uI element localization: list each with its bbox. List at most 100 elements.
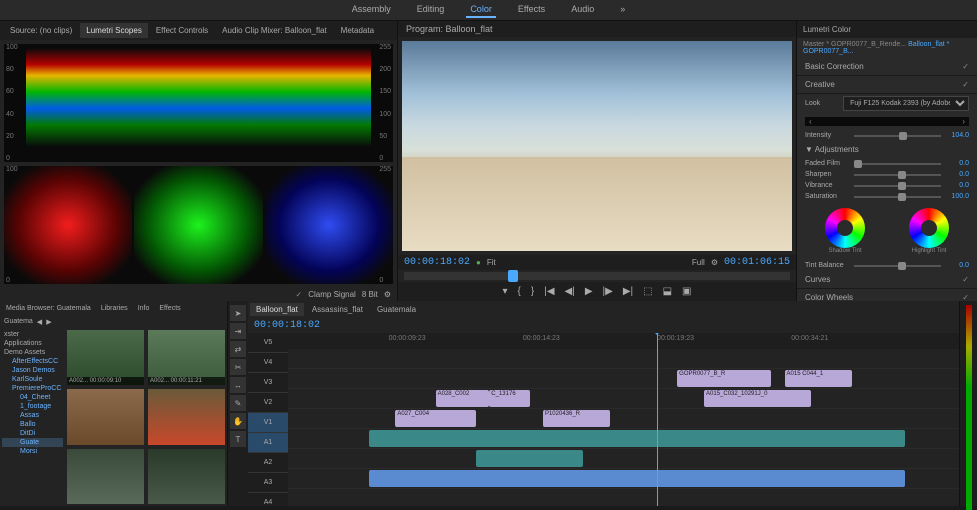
ws-overflow-icon[interactable]: » — [616, 2, 629, 18]
track-header-a1[interactable]: A1 — [248, 433, 288, 453]
selection-tool[interactable]: ➤ — [230, 305, 246, 321]
media-browser-tab[interactable]: Media Browser: Guatemala — [2, 303, 95, 314]
basic-correction-section[interactable]: Basic Correction✓ — [797, 58, 977, 76]
step-fwd-button[interactable]: |▶ — [603, 286, 613, 297]
timeline-clip[interactable] — [369, 430, 906, 447]
timeline-clip[interactable] — [476, 450, 583, 467]
timeline-tracks[interactable]: 00:00:09:23 00:00:14:23 00:00:19:23 00:0… — [288, 333, 959, 506]
go-to-in-button[interactable]: |◀ — [544, 286, 554, 297]
ripple-tool[interactable]: ⇄ — [230, 341, 246, 357]
nav-back-icon[interactable]: ◀ — [37, 318, 42, 326]
play-button[interactable]: ▶ — [585, 286, 593, 297]
tree-item[interactable]: xster — [2, 330, 63, 339]
shadow-tint-wheel[interactable] — [825, 208, 865, 248]
tree-item[interactable]: AfterEffectsCC — [2, 357, 63, 366]
info-tab[interactable]: Info — [134, 303, 154, 314]
creative-section[interactable]: Creative✓ — [797, 76, 977, 94]
libraries-tab[interactable]: Libraries — [97, 303, 132, 314]
timecode-in[interactable]: 00:00:18:02 — [404, 257, 470, 268]
look-next-icon[interactable]: › — [962, 117, 965, 126]
tree-item[interactable]: Assas — [2, 411, 63, 420]
type-tool[interactable]: T — [230, 431, 246, 447]
export-frame-button[interactable]: ▣ — [682, 286, 691, 297]
media-thumb[interactable] — [148, 389, 225, 444]
hand-tool[interactable]: ✋ — [230, 413, 246, 429]
highlight-tint-wheel[interactable] — [909, 208, 949, 248]
effects-tab[interactable]: Effects — [155, 303, 184, 314]
track-select-tool[interactable]: ⇥ — [230, 323, 246, 339]
sequence-tab[interactable]: Guatemala — [371, 303, 422, 316]
intensity-slider[interactable] — [854, 135, 941, 137]
ws-audio[interactable]: Audio — [567, 2, 598, 18]
quality-select[interactable]: Full — [692, 258, 705, 267]
extract-button[interactable]: ⬓ — [663, 286, 672, 297]
media-thumb[interactable]: A002... 00:00:09:10 — [67, 330, 144, 385]
tree-item[interactable]: Applications — [2, 339, 63, 348]
timeline-clip[interactable] — [369, 470, 906, 487]
track-header-v4[interactable]: V4 — [248, 353, 288, 373]
media-thumb[interactable] — [67, 389, 144, 444]
mark-in-button[interactable]: { — [518, 286, 521, 297]
timeline-clip[interactable]: A015_C032_10291J_0 — [704, 390, 811, 407]
track-header-v1[interactable]: V1 — [248, 413, 288, 433]
timeline-clip[interactable]: A027_C004 — [395, 410, 476, 427]
tree-item[interactable]: Ballo — [2, 420, 63, 429]
timeline-clip[interactable]: A015 C044_1 — [785, 370, 852, 387]
sharpen-slider[interactable] — [854, 174, 941, 176]
scope-settings-icon[interactable]: ⚙ — [384, 290, 391, 299]
tree-item[interactable]: Morsi — [2, 447, 63, 456]
media-thumb[interactable]: A002... 00:00:11:21 — [148, 330, 225, 385]
timeline-timecode[interactable]: 00:00:18:02 — [254, 320, 320, 331]
vibrance-slider[interactable] — [854, 185, 941, 187]
timeline-clip[interactable]: P1020436_R — [543, 410, 610, 427]
sequence-tab[interactable]: Balloon_flat — [250, 303, 304, 316]
tree-item[interactable]: DitDi — [2, 429, 63, 438]
settings-icon[interactable]: ⚙ — [711, 258, 718, 267]
sequence-tab[interactable]: Assassins_flat — [306, 303, 369, 316]
tree-item[interactable]: Demo Assets — [2, 348, 63, 357]
look-select[interactable]: Fuji F125 Kodak 2393 (by Adobe) — [843, 96, 969, 111]
mark-out-button[interactable]: } — [531, 286, 534, 297]
tree-item[interactable]: Guate — [2, 438, 63, 447]
go-to-out-button[interactable]: ▶| — [623, 286, 633, 297]
metadata-tab[interactable]: Metadata — [335, 23, 380, 38]
ws-assembly[interactable]: Assembly — [348, 2, 395, 18]
timecode-out[interactable]: 00:01:06:15 — [724, 257, 790, 268]
nav-fwd-icon[interactable]: ▶ — [46, 318, 51, 326]
slip-tool[interactable]: ↔ — [230, 377, 246, 393]
add-marker-button[interactable]: ▾ — [503, 286, 508, 297]
track-header-a2[interactable]: A2 — [248, 453, 288, 473]
timeline-clip[interactable]: A028_C002 — [436, 390, 490, 407]
program-scrubber[interactable] — [404, 272, 790, 280]
clamp-signal-check[interactable]: ✓ — [296, 290, 303, 299]
media-thumb[interactable] — [148, 449, 225, 504]
pen-tool[interactable]: ✎ — [230, 395, 246, 411]
lift-button[interactable]: ⬚ — [643, 286, 652, 297]
tree-item[interactable]: PremiereProCC — [2, 384, 63, 393]
tree-item[interactable]: Jason Demos — [2, 366, 63, 375]
track-header-v3[interactable]: V3 — [248, 373, 288, 393]
ws-effects[interactable]: Effects — [514, 2, 549, 18]
adjustments-header[interactable]: ▼ Adjustments — [797, 141, 977, 158]
ws-editing[interactable]: Editing — [413, 2, 449, 18]
audio-mixer-tab[interactable]: Audio Clip Mixer: Balloon_flat — [216, 23, 333, 38]
playhead[interactable] — [657, 333, 658, 506]
bit-depth-select[interactable]: 8 Bit — [362, 290, 378, 299]
tree-item[interactable]: KarlSoule — [2, 375, 63, 384]
program-viewer[interactable] — [402, 41, 792, 251]
ws-color[interactable]: Color — [466, 2, 496, 18]
curves-section[interactable]: Curves✓ — [797, 271, 977, 289]
track-header-v2[interactable]: V2 — [248, 393, 288, 413]
lumetri-scopes-tab[interactable]: Lumetri Scopes — [80, 23, 148, 38]
track-header-a3[interactable]: A3 — [248, 473, 288, 493]
razor-tool[interactable]: ✂ — [230, 359, 246, 375]
timeline-clip[interactable]: C_13176 — [489, 390, 529, 407]
timeline-clip[interactable]: GOPR0077_B_R — [677, 370, 771, 387]
track-header-v5[interactable]: V5 — [248, 333, 288, 353]
faded-film-slider[interactable] — [854, 163, 941, 165]
saturation-slider[interactable] — [854, 196, 941, 198]
tint-balance-slider[interactable] — [854, 265, 941, 267]
media-path[interactable]: Guatema — [4, 318, 33, 326]
look-prev-icon[interactable]: ‹ — [809, 117, 812, 126]
source-tab[interactable]: Source: (no clips) — [4, 23, 78, 38]
